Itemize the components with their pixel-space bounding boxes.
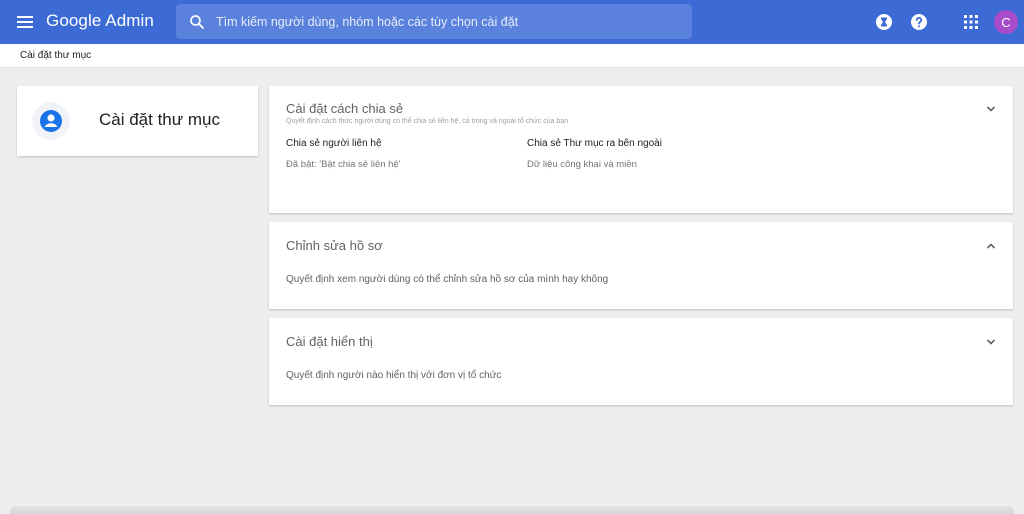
- window-bottom-edge: [10, 506, 1014, 514]
- support-button[interactable]: [874, 12, 894, 32]
- apps-grid-icon: [964, 15, 978, 29]
- hamburger-menu-icon: [17, 16, 33, 28]
- search-icon[interactable]: [188, 13, 206, 31]
- card-description: Quyết định người nào hiển thị với đơn vị…: [286, 370, 502, 381]
- avatar: [32, 102, 70, 140]
- hourglass-badge-icon: [876, 14, 892, 30]
- sharing-settings-card[interactable]: Cài đặt cách chia sẻ Quyết định cách thứ…: [269, 86, 1013, 213]
- apps-button[interactable]: [961, 12, 981, 32]
- contact-sharing-label: Chia sẻ người liên hệ: [286, 138, 382, 149]
- help-button[interactable]: [909, 12, 929, 32]
- search-input[interactable]: [216, 4, 682, 39]
- account-circle-icon: [40, 110, 62, 132]
- card-title: Chỉnh sửa hồ sơ: [286, 238, 383, 253]
- top-app-bar: Google Admin C: [0, 0, 1024, 44]
- breadcrumb: Cài đặt thư mục: [0, 44, 1024, 68]
- section-summary-card: Cài đặt thư mục: [17, 86, 258, 156]
- chevron-up-icon[interactable]: [985, 240, 997, 252]
- card-title: Cài đặt cách chia sẻ: [286, 101, 404, 116]
- external-directory-sharing-value: Dữ liệu công khai và miền: [527, 159, 637, 170]
- breadcrumb-item[interactable]: Cài đặt thư mục: [20, 50, 91, 61]
- profile-editing-card[interactable]: Chỉnh sửa hồ sơ Quyết định xem người dùn…: [269, 222, 1013, 309]
- card-title: Cài đặt hiển thị: [286, 334, 373, 349]
- help-icon: [911, 14, 927, 30]
- external-directory-sharing-label: Chia sẻ Thư mục ra bên ngoài: [527, 138, 662, 149]
- card-description: Quyết định xem người dùng có thể chỉnh s…: [286, 274, 609, 285]
- chevron-down-icon[interactable]: [985, 103, 997, 115]
- account-avatar[interactable]: C: [994, 10, 1018, 34]
- visibility-settings-card[interactable]: Cài đặt hiển thị Quyết định người nào hi…: [269, 318, 1013, 405]
- search-bar[interactable]: [176, 4, 692, 39]
- menu-button[interactable]: [14, 11, 36, 33]
- card-subtitle: Quyết định cách thức người dùng có thể c…: [286, 118, 569, 125]
- contact-sharing-value: Đã bật: 'Bật chia sẻ liên hệ': [286, 159, 401, 170]
- page-title: Cài đặt thư mục: [99, 110, 220, 129]
- app-logo[interactable]: Google Admin: [46, 11, 154, 31]
- chevron-down-icon[interactable]: [985, 336, 997, 348]
